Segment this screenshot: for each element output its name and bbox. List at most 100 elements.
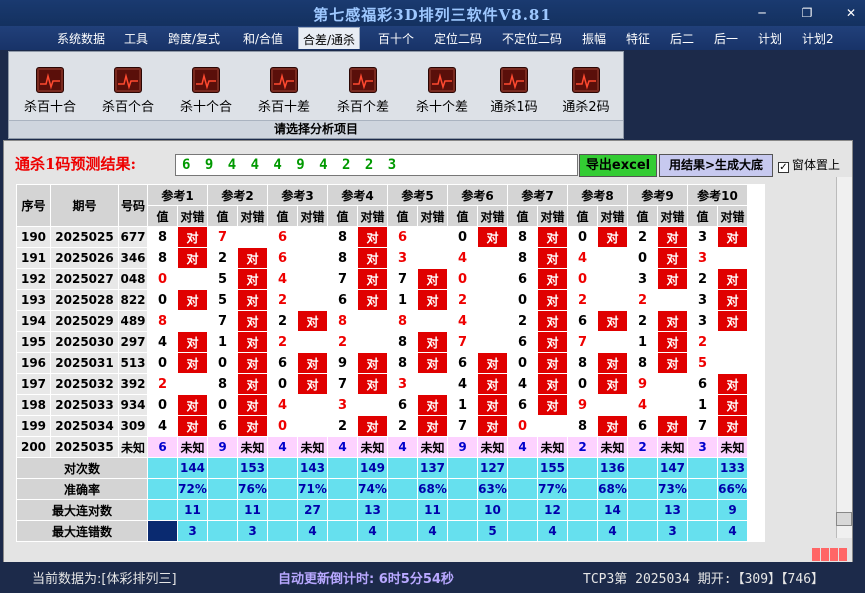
ref-value: 3 <box>687 310 718 332</box>
stats-value: 66% <box>717 478 748 500</box>
minimize-icon[interactable]: ─ <box>753 6 771 20</box>
ref-value: 2 <box>267 331 298 353</box>
ribbon-button-3[interactable]: 杀百十差 <box>249 67 319 115</box>
correct-mark: 对 <box>717 373 748 395</box>
ref-value: 8 <box>387 310 418 332</box>
ref-value: 2 <box>267 289 298 311</box>
ref-value: 7 <box>567 331 598 353</box>
menu-item-1[interactable]: 工具 <box>124 30 148 47</box>
period-header: 期号 <box>50 184 119 227</box>
ref-value: 3 <box>687 247 718 269</box>
menu-item-6[interactable]: 定位二码 <box>434 30 482 47</box>
menu-item-9[interactable]: 特征 <box>626 30 650 47</box>
correct-subheader: 对错 <box>537 205 568 227</box>
ref-value: 3 <box>387 247 418 269</box>
menu-item-13[interactable]: 计划2 <box>802 30 834 47</box>
menu-item-3[interactable]: 和/合值 <box>243 30 283 47</box>
stats-label: 最大连对数 <box>16 499 148 521</box>
menu-item-2[interactable]: 跨度/复式 <box>168 30 220 47</box>
ribbon-button-0[interactable]: 杀百十合 <box>15 67 85 115</box>
stats-row: 准确率 72% 76% 71% 74% 68% 63% 77% 68% 73% 66% <box>16 478 748 500</box>
row-period: 2025028 <box>50 289 119 311</box>
generate-base-button[interactable]: 用结果>生成大底 <box>659 154 773 177</box>
table-row[interactable]: 195 2025030 297 4 对 1 对 2 2 8 对 7 6 对 7 1 对 2 <box>16 331 748 353</box>
stats-value: 11 <box>177 499 208 521</box>
ribbon-button-5[interactable]: 杀十个差 <box>407 67 477 115</box>
table-row[interactable]: 193 2025028 822 0 对 5 对 2 6 对 1 对 2 0 对 2 2 3 对 <box>16 289 748 311</box>
ref-value: 6 <box>267 352 298 374</box>
ref-value: 2 <box>687 331 718 353</box>
correct-mark <box>477 268 508 290</box>
menu-item-4[interactable]: 合差/通杀 <box>298 27 361 49</box>
vertical-scrollbar[interactable] <box>836 177 852 538</box>
table-row[interactable]: 192 2025027 048 0 5 对 4 7 对 7 对 0 6 对 0 3 对 2 对 <box>16 268 748 290</box>
table-row[interactable]: 194 2025029 489 8 7 对 2 对 8 8 4 2 对 6 对 2 对 3 对 <box>16 310 748 332</box>
row-period: 2025034 <box>50 415 119 437</box>
ref-value: 8 <box>567 415 598 437</box>
pending-status: 未知 <box>417 436 448 458</box>
ref-value: 0 <box>147 268 178 290</box>
ribbon-button-1[interactable]: 杀百个合 <box>93 67 163 115</box>
menu-item-7[interactable]: 不定位二码 <box>502 30 562 47</box>
ref-header: 参考7 <box>507 184 568 206</box>
ribbon-button-2[interactable]: 杀十个合 <box>171 67 241 115</box>
ribbon-button-label: 通杀2码 <box>562 100 610 115</box>
pending-row[interactable]: 200 2025035 未知 6 未知 9 未知 4 未知 4 未知 4 未知 9 未知 4 未知 2 未知 2 未知 3… <box>16 436 748 458</box>
menu-item-0[interactable]: 系统数据 <box>57 30 105 47</box>
close-icon[interactable]: ✕ <box>842 6 860 20</box>
ref-value: 5 <box>207 268 238 290</box>
ribbon-button-6[interactable]: 通杀1码 <box>479 67 549 115</box>
ref-value: 6 <box>507 331 538 353</box>
menu-item-8[interactable]: 振幅 <box>582 30 606 47</box>
table-row[interactable]: 197 2025032 392 2 8 对 0 对 7 对 3 4 对 4 对 0 对 9 6 对 <box>16 373 748 395</box>
stats-spacer <box>327 478 358 500</box>
table-row[interactable]: 198 2025033 934 0 对 0 对 4 3 6 对 1 对 6 对 9 4 1 对 <box>16 394 748 416</box>
ref-value: 5 <box>687 352 718 374</box>
correct-mark: 对 <box>417 289 448 311</box>
menu-item-12[interactable]: 计划 <box>758 30 782 47</box>
restore-icon[interactable]: ❐ <box>798 6 816 20</box>
table-row[interactable]: 196 2025031 513 0 对 0 对 6 对 9 对 8 对 6 对 0 对 8 对 8 对 5 <box>16 352 748 374</box>
ref-value: 7 <box>327 268 358 290</box>
ribbon-button-4[interactable]: 杀百个差 <box>328 67 398 115</box>
correct-mark: 对 <box>177 247 208 269</box>
pending-status: 未知 <box>657 436 688 458</box>
ribbon-button-7[interactable]: 通杀2码 <box>551 67 621 115</box>
prediction-result-field[interactable]: 6 9 4 4 4 9 4 2 2 3 <box>175 154 578 176</box>
window-on-top-checkbox[interactable]: ✓ 窗体置上 <box>778 156 840 173</box>
scrollbar-thumb[interactable] <box>836 512 852 526</box>
pending-value: 4 <box>327 436 358 458</box>
stats-value: 4 <box>597 520 628 542</box>
menu-item-10[interactable]: 后二 <box>670 30 694 47</box>
update-countdown: 自动更新倒计时: 6时5分54秒 <box>278 572 454 587</box>
row-period: 2025031 <box>50 352 119 374</box>
table-row[interactable]: 190 2025025 677 8 对 7 6 8 对 6 0 对 8 对 0 对 2 对 3 对 <box>16 226 748 248</box>
correct-mark <box>477 247 508 269</box>
stats-value: 12 <box>537 499 568 521</box>
stats-spacer <box>447 457 478 479</box>
row-code: 未知 <box>118 436 148 458</box>
table-row[interactable]: 191 2025026 346 8 对 2 对 6 8 对 3 4 8 对 4 0 对 3 <box>16 247 748 269</box>
menu-item-11[interactable]: 后一 <box>714 30 738 47</box>
correct-mark <box>297 331 328 353</box>
checkbox-icon[interactable]: ✓ <box>778 162 789 173</box>
correct-mark <box>297 226 328 248</box>
ref-value: 9 <box>627 373 658 395</box>
stats-spacer <box>447 478 478 500</box>
correct-mark: 对 <box>657 352 688 374</box>
stats-row: 最大连错数 3 3 4 4 4 5 4 4 3 4 <box>16 520 748 542</box>
stats-value: 77% <box>537 478 568 500</box>
menu-item-5[interactable]: 百十个 <box>378 30 414 47</box>
export-excel-button[interactable]: 导出excel <box>579 154 657 177</box>
stats-spacer <box>387 457 418 479</box>
table-row[interactable]: 199 2025034 309 4 对 6 对 0 2 对 2 对 7 对 0 8 对 6 对 7 对 <box>16 415 748 437</box>
ref-value: 2 <box>567 289 598 311</box>
ref-value: 7 <box>687 415 718 437</box>
stats-value: 4 <box>537 520 568 542</box>
correct-mark: 对 <box>537 247 568 269</box>
ref-value: 0 <box>507 415 538 437</box>
stats-value: 133 <box>717 457 748 479</box>
correct-mark: 对 <box>177 394 208 416</box>
correct-mark: 对 <box>357 247 388 269</box>
ref-header: 参考4 <box>327 184 388 206</box>
